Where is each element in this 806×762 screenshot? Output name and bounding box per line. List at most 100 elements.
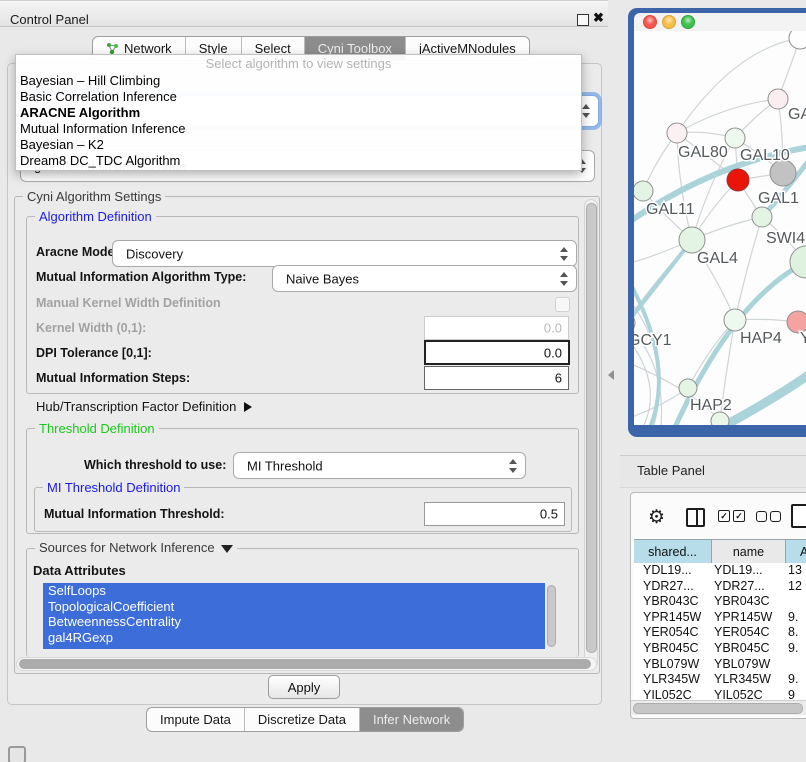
- select-all-checkbox-icon[interactable]: ✓: [733, 510, 745, 522]
- zoom-traffic-light[interactable]: [681, 15, 695, 29]
- table-cell: YER054C: [634, 625, 711, 641]
- network-edge-highlighted[interactable]: [726, 371, 806, 425]
- table-cell: YIL052C: [711, 688, 785, 699]
- algorithm-option[interactable]: ARACNE Algorithm: [16, 105, 581, 121]
- column-layout-icon[interactable]: [686, 508, 705, 527]
- network-node[interactable]: [789, 31, 806, 49]
- network-node-gal80[interactable]: [667, 123, 687, 143]
- network-edge-highlighted[interactable]: [634, 240, 692, 329]
- algorithm-option[interactable]: Bayesian – K2: [16, 137, 581, 153]
- network-node-hap4[interactable]: [724, 309, 746, 331]
- table-row[interactable]: YDL19...YDL19...13: [634, 563, 806, 579]
- collapse-down-icon: [221, 545, 233, 553]
- apply-button[interactable]: Apply: [268, 675, 340, 699]
- screen: Control Panel ✖ NetworkStyleSelectCyni T…: [0, 0, 806, 762]
- attribute-item[interactable]: [43, 645, 545, 649]
- aracne-mode-combobox[interactable]: Discovery: [112, 240, 577, 267]
- manual-kernel-checkbox[interactable]: [555, 297, 570, 312]
- table-row[interactable]: YLR345WYLR345W9.: [634, 672, 806, 688]
- algorithm-option[interactable]: Basic Correlation Inference: [16, 89, 581, 105]
- table-cell: YBR045C: [634, 641, 711, 657]
- network-node-gal[interactable]: [768, 89, 788, 109]
- gear-icon[interactable]: ⚙: [648, 508, 665, 527]
- which-threshold-label: Which threshold to use:: [84, 458, 226, 472]
- collapsed-panel-icon[interactable]: [8, 746, 26, 762]
- mi-steps-value: 6: [555, 371, 562, 386]
- network-window-titlebar[interactable]: [634, 13, 806, 32]
- combo-stepper-icon: [560, 247, 569, 261]
- node-label: GCY1: [634, 332, 672, 349]
- settings-scrollbar-thumb[interactable]: [586, 203, 597, 653]
- which-threshold-combobox[interactable]: MI Threshold: [233, 452, 526, 479]
- network-node-gal10[interactable]: [725, 128, 745, 148]
- table-cell: 8.: [785, 625, 798, 641]
- network-node-gal1[interactable]: [727, 169, 749, 191]
- split-pane-handle-icon[interactable]: [608, 370, 614, 380]
- node-label: GAL11: [646, 201, 695, 218]
- network-edge[interactable]: [677, 38, 800, 133]
- expand-right-icon: [244, 402, 252, 412]
- algorithm-option[interactable]: Dream8 DC_TDC Algorithm: [16, 153, 581, 169]
- select-all-checkbox-icon[interactable]: ✓: [718, 510, 730, 522]
- table-row[interactable]: YDR27...YDR27...12: [634, 579, 806, 595]
- network-node-gal11[interactable]: [634, 181, 653, 201]
- algorithm-option[interactable]: Bayesian – Hill Climbing: [16, 73, 581, 89]
- dpi-tolerance-label: DPI Tolerance [0,1]:: [36, 346, 152, 360]
- deselect-checkbox-icon[interactable]: [756, 511, 767, 522]
- table-row[interactable]: YBL079WYBL079W: [634, 657, 806, 673]
- table-row[interactable]: YBR043CYBR043C: [634, 594, 806, 610]
- kernel-width-field[interactable]: 0.0: [424, 316, 569, 340]
- attribute-item[interactable]: TopologicalCoefficient: [43, 599, 545, 615]
- attribute-item[interactable]: SelfLoops: [43, 583, 545, 599]
- table-row[interactable]: YER054CYER054C8.: [634, 625, 806, 641]
- mi-type-combobox[interactable]: Naive Bayes: [272, 265, 577, 292]
- export-table-icon[interactable]: [791, 504, 806, 528]
- attribute-item[interactable]: gal4RGexp: [43, 630, 545, 646]
- apply-button-label: Apply: [288, 680, 321, 695]
- dpi-tolerance-value: 0.0: [544, 345, 562, 360]
- close-traffic-light[interactable]: [643, 15, 657, 29]
- table-cell: 12: [785, 579, 802, 595]
- attribute-item[interactable]: BetweennessCentrality: [43, 614, 545, 630]
- settings-scrollbar[interactable]: [584, 199, 598, 669]
- attributes-scrollbar-thumb[interactable]: [547, 585, 556, 647]
- sources-title-row[interactable]: Sources for Network Inference: [35, 540, 237, 555]
- float-window-icon[interactable]: [577, 14, 589, 26]
- column-header-name[interactable]: name: [712, 539, 786, 564]
- settings-hscrollbar[interactable]: [16, 657, 597, 671]
- tab-discretize-data[interactable]: Discretize Data: [244, 708, 359, 731]
- network-edge[interactable]: [677, 99, 778, 133]
- tab-impute-data[interactable]: Impute Data: [147, 708, 244, 731]
- column-header-third[interactable]: A: [786, 539, 806, 564]
- data-attributes-list: SelfLoopsTopologicalCoefficientBetweenne…: [43, 583, 545, 649]
- aracne-mode-label: Aracne Mode:: [36, 245, 119, 259]
- mi-steps-label: Mutual Information Steps:: [36, 371, 190, 385]
- close-icon[interactable]: ✖: [593, 10, 604, 26]
- table-hscrollbar[interactable]: [631, 700, 806, 715]
- algorithm-option[interactable]: Mutual Information Inference: [16, 121, 581, 137]
- hub-definition-toggle[interactable]: Hub/Transcription Factor Definition: [36, 399, 252, 414]
- mi-steps-field[interactable]: 6: [424, 366, 569, 390]
- network-canvas[interactable]: GALGAL80GAL10GAL1GAL11SWI4GAL4HAP4YGCY1H…: [634, 31, 806, 425]
- table-cell: YDR27...: [634, 579, 711, 595]
- table-cell: YPR145W: [634, 610, 711, 626]
- table-row[interactable]: YPR145WYPR145W9.: [634, 610, 806, 626]
- network-node-swi4[interactable]: [752, 207, 772, 227]
- settings-hscrollbar-thumb[interactable]: [19, 659, 591, 669]
- network-node-hap2[interactable]: [679, 379, 697, 397]
- dpi-tolerance-field[interactable]: 0.0: [424, 340, 570, 365]
- node-label: GAL10: [740, 147, 790, 164]
- table-hscrollbar-thumb[interactable]: [633, 703, 803, 714]
- table-row[interactable]: YIL052CYIL052C9: [634, 688, 806, 699]
- network-node[interactable]: [790, 246, 806, 278]
- deselect-checkbox-icon[interactable]: [770, 511, 781, 522]
- attributes-scrollbar[interactable]: [547, 585, 556, 647]
- column-header-shared[interactable]: shared...: [634, 539, 712, 564]
- mi-threshold-field[interactable]: 0.5: [424, 502, 565, 526]
- tab-infer-network[interactable]: Infer Network: [359, 708, 463, 731]
- table-body: YDL19...YDL19...13YDR27...YDR27...12YBR0…: [634, 563, 806, 699]
- table-cell: 9: [785, 688, 795, 699]
- manual-kernel-label: Manual Kernel Width Definition: [36, 296, 221, 310]
- minimize-traffic-light[interactable]: [662, 15, 676, 29]
- table-row[interactable]: YBR045CYBR045C9.: [634, 641, 806, 657]
